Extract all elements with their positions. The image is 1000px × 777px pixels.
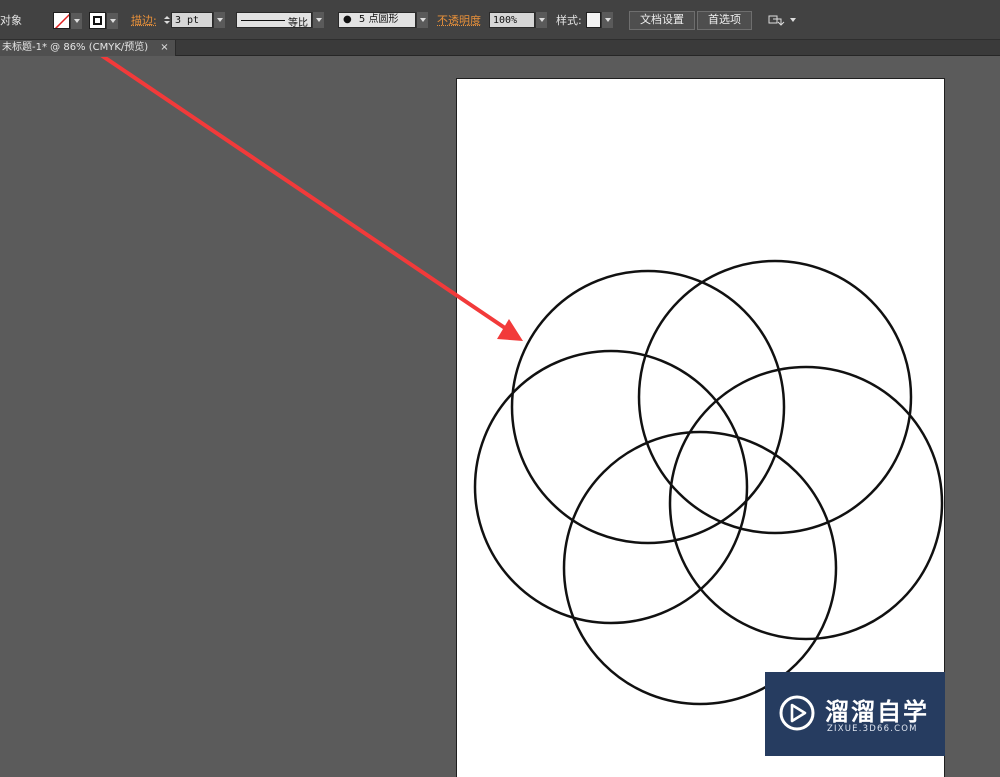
brush-label: 5 点圆形 — [358, 14, 399, 25]
document-setup-button[interactable]: 文档设置 — [629, 11, 695, 30]
chevron-down-icon — [70, 12, 82, 29]
document-tab-title: 未标题-1* @ 86% (CMYK/预览) — [2, 42, 149, 53]
play-logo-icon — [779, 695, 815, 731]
brush-box: ● 5 点圆形 — [338, 12, 416, 28]
stroke-color-dropdown[interactable] — [89, 12, 118, 29]
object-label: 对象 — [0, 14, 22, 27]
style-label: 样式: — [556, 14, 582, 27]
chevron-down-icon — [312, 12, 324, 28]
canvas-pasteboard[interactable] — [0, 57, 1000, 777]
stroke-weight-input[interactable]: 3 pt — [171, 12, 213, 28]
stroke-label[interactable]: 描边: — [131, 12, 157, 28]
circle-shape[interactable] — [510, 269, 786, 545]
brush-definition-dropdown[interactable]: ● 5 点圆形 — [338, 12, 428, 28]
chevron-down-icon — [416, 12, 428, 28]
profile-box: 等比 — [236, 12, 312, 29]
close-icon[interactable]: × — [160, 40, 168, 56]
circle-shape[interactable] — [637, 259, 913, 535]
style-swatch-icon — [586, 12, 601, 28]
circle-shape[interactable] — [562, 430, 838, 706]
document-tab-bar: 未标题-1* @ 86% (CMYK/预览) × — [0, 40, 1000, 56]
fill-color-dropdown[interactable] — [53, 12, 82, 29]
circle-shape[interactable] — [473, 349, 749, 625]
arrange-documents-icon — [768, 15, 796, 26]
watermark-title: 溜溜自学 — [825, 698, 929, 726]
stroke-weight-field[interactable]: 3 pt — [162, 12, 225, 28]
control-bar: 对象 描边: 3 pt 等比 ● 5 点圆形 不透明度 100% 样式: 文档设… — [0, 0, 1000, 40]
stroke-swatch-icon — [89, 12, 106, 29]
circle-shape[interactable] — [668, 365, 944, 641]
fill-swatch-none-icon — [53, 12, 70, 29]
artwork — [100, 57, 944, 706]
watermark-subtitle: ZIXUE.3D66.COM — [827, 724, 918, 734]
opacity-label[interactable]: 不透明度 — [437, 12, 481, 28]
opacity-field[interactable]: 100% — [489, 12, 547, 28]
stepper-icon[interactable] — [162, 12, 171, 28]
graphic-style-dropdown[interactable] — [586, 12, 613, 28]
chevron-down-icon — [601, 12, 613, 28]
brush-dot-icon: ● — [343, 14, 352, 25]
panel-menu-button[interactable] — [768, 13, 798, 27]
preferences-button[interactable]: 首选项 — [697, 11, 752, 30]
profile-label: 等比 — [288, 18, 308, 29]
chevron-down-icon — [106, 12, 118, 29]
chevron-down-icon — [535, 12, 547, 28]
chevron-down-icon — [213, 12, 225, 28]
annotation-arrow-icon — [100, 57, 523, 341]
watermark-logo: 溜溜自学 ZIXUE.3D66.COM — [765, 672, 945, 756]
profile-line-icon — [241, 20, 285, 21]
document-tab[interactable]: 未标题-1* @ 86% (CMYK/预览) × — [0, 40, 176, 56]
variable-width-profile-dropdown[interactable]: 等比 — [236, 12, 324, 29]
opacity-input[interactable]: 100% — [489, 12, 535, 28]
